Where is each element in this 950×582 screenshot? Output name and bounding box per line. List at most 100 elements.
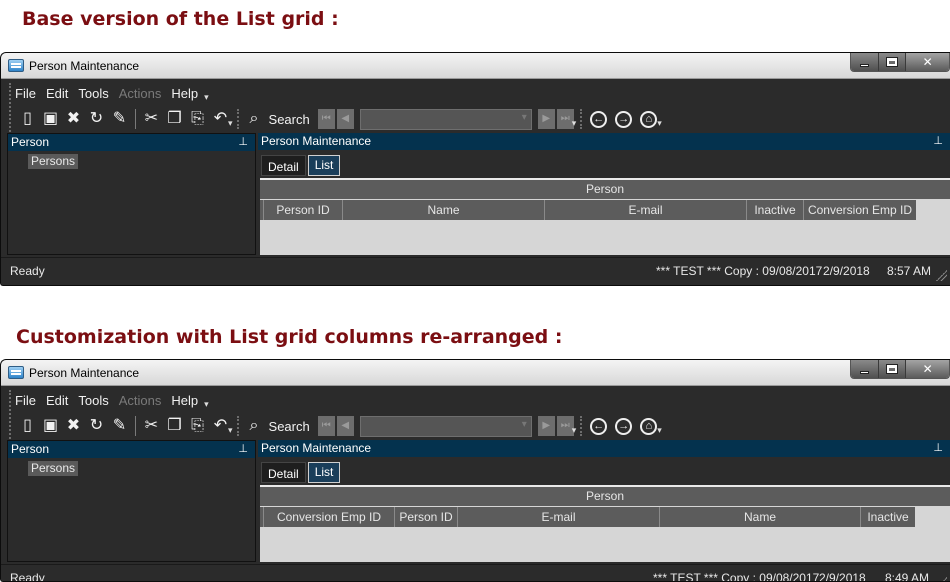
column-header-person-id[interactable]: Person ID xyxy=(263,200,342,220)
minimize-button[interactable] xyxy=(851,360,879,378)
maximize-button[interactable] xyxy=(878,360,907,378)
clear-icon[interactable]: ✎ xyxy=(108,108,131,130)
pin-icon[interactable]: ⊥ xyxy=(238,134,248,151)
pin-icon[interactable]: ⊥ xyxy=(933,133,943,150)
delete-icon[interactable]: ✖ xyxy=(62,415,85,437)
new-icon[interactable]: ▯ xyxy=(16,108,39,130)
toolbar-grip[interactable] xyxy=(580,416,583,436)
pin-icon[interactable]: ⊥ xyxy=(933,440,943,457)
binoculars-icon[interactable]: ⌕ xyxy=(243,415,266,437)
toolbar-overflow-icon[interactable]: ▾ xyxy=(228,118,233,129)
forward-icon[interactable]: → xyxy=(615,417,633,435)
menu-edit[interactable]: Edit xyxy=(46,86,68,101)
column-header-person-id[interactable]: Person ID xyxy=(394,507,457,527)
search-button[interactable]: Search xyxy=(269,419,310,434)
menu-edit[interactable]: Edit xyxy=(46,393,68,408)
menu-actions[interactable]: Actions xyxy=(119,393,162,408)
status-environment: *** TEST *** Copy : 09/08/2017 xyxy=(653,571,820,582)
menu-actions[interactable]: Actions xyxy=(119,86,162,101)
list-grid[interactable]: Person Person ID Name E-mail Inactive Co… xyxy=(260,178,950,255)
tab-detail[interactable]: Detail xyxy=(261,155,306,176)
column-header-conversion-emp-id[interactable]: Conversion Emp ID xyxy=(803,200,916,220)
back-icon[interactable]: ← xyxy=(590,110,608,128)
toolbar: ▯ ▣ ✖ ↻ ✎ ✂ ❐ ⎘ ↶ ▾ ⌕ Search ⏮ ◀ ▶ ⏭ ▾ ←… xyxy=(9,106,662,132)
toolbar-separator xyxy=(135,109,136,129)
previous-record-icon[interactable]: ◀ xyxy=(336,109,354,129)
person-maintenance-window-base: Person Maintenance ✕ File Edit Tools Act… xyxy=(0,52,950,286)
close-icon: ✕ xyxy=(922,55,933,69)
previous-record-icon[interactable]: ◀ xyxy=(336,416,354,436)
save-icon[interactable]: ▣ xyxy=(39,108,62,130)
close-button[interactable]: ✕ xyxy=(906,360,949,378)
window-title: Person Maintenance xyxy=(29,366,140,380)
tree-item-persons[interactable]: Persons xyxy=(28,461,79,476)
copy-icon[interactable]: ❐ xyxy=(163,415,186,437)
app-icon xyxy=(8,59,24,72)
toolbar-grip[interactable] xyxy=(236,109,239,129)
next-record-icon[interactable]: ▶ xyxy=(537,109,555,129)
menu-tools[interactable]: Tools xyxy=(78,86,108,101)
first-record-icon[interactable]: ⏮ xyxy=(317,416,335,436)
column-header-inactive[interactable]: Inactive xyxy=(746,200,803,220)
tab-detail[interactable]: Detail xyxy=(261,462,306,483)
binoculars-icon[interactable]: ⌕ xyxy=(243,108,266,130)
column-header-name[interactable]: Name xyxy=(659,507,860,527)
tree-item-persons[interactable]: Persons xyxy=(28,154,79,169)
menu-file[interactable]: File xyxy=(15,86,36,101)
toolbar-grip[interactable] xyxy=(236,416,239,436)
search-button[interactable]: Search xyxy=(269,112,310,127)
menu-help[interactable]: Help xyxy=(171,86,198,101)
tab-list[interactable]: List xyxy=(307,462,341,483)
column-header-conversion-emp-id[interactable]: Conversion Emp ID xyxy=(263,507,394,527)
maximize-icon xyxy=(886,57,898,67)
forward-icon[interactable]: → xyxy=(615,110,633,128)
new-icon[interactable]: ▯ xyxy=(16,415,39,437)
menu-overflow-icon[interactable]: ▾ xyxy=(204,399,209,410)
menu-file[interactable]: File xyxy=(15,393,36,408)
minimize-button[interactable] xyxy=(851,53,879,71)
clear-icon[interactable]: ✎ xyxy=(108,415,131,437)
pin-icon[interactable]: ⊥ xyxy=(238,441,248,458)
home-icon[interactable]: ⌂ xyxy=(640,417,658,435)
first-record-icon[interactable]: ⏮ xyxy=(317,109,335,129)
paste-icon[interactable]: ⎘ xyxy=(186,415,209,437)
title-bar[interactable]: Person Maintenance ✕ xyxy=(1,360,950,386)
copy-icon[interactable]: ❐ xyxy=(163,108,186,130)
nav-overflow-icon[interactable]: ▾ xyxy=(572,118,577,129)
refresh-icon[interactable]: ↻ xyxy=(85,108,108,130)
save-icon[interactable]: ▣ xyxy=(39,415,62,437)
column-header-email[interactable]: E-mail xyxy=(544,200,746,220)
maximize-button[interactable] xyxy=(878,53,907,71)
close-button[interactable]: ✕ xyxy=(906,53,949,71)
toolbar-grip[interactable] xyxy=(580,109,583,129)
resize-grip-icon[interactable] xyxy=(936,270,947,281)
paste-icon[interactable]: ⎘ xyxy=(186,108,209,130)
column-header-name[interactable]: Name xyxy=(342,200,544,220)
record-selector[interactable] xyxy=(359,108,532,130)
resize-grip-icon[interactable] xyxy=(936,577,947,581)
title-bar[interactable]: Person Maintenance ✕ xyxy=(1,53,950,79)
cut-icon[interactable]: ✂ xyxy=(140,108,163,130)
refresh-icon[interactable]: ↻ xyxy=(85,415,108,437)
menu-overflow-icon[interactable]: ▾ xyxy=(204,92,209,103)
tab-list[interactable]: List xyxy=(307,155,341,176)
list-grid[interactable]: Person Conversion Emp ID Person ID E-mai… xyxy=(260,485,950,562)
toolbar: ▯ ▣ ✖ ↻ ✎ ✂ ❐ ⎘ ↶ ▾ ⌕ Search ⏮ ◀ ▶ ⏭ ▾ ←… xyxy=(9,413,662,439)
nav-overflow-icon[interactable]: ▾ xyxy=(572,425,577,436)
back-icon[interactable]: ← xyxy=(590,417,608,435)
person-panel-title: Person xyxy=(11,442,50,456)
toolbar-overflow-icon[interactable]: ▾ xyxy=(228,425,233,436)
status-bar: Ready *** TEST *** Copy : 09/08/2017 2/9… xyxy=(1,564,950,582)
delete-icon[interactable]: ✖ xyxy=(62,108,85,130)
menu-help[interactable]: Help xyxy=(171,393,198,408)
history-overflow-icon[interactable]: ▾ xyxy=(657,425,662,436)
column-header-email[interactable]: E-mail xyxy=(457,507,659,527)
status-environment: *** TEST *** Copy : 09/08/2017 xyxy=(656,264,823,278)
menu-tools[interactable]: Tools xyxy=(78,393,108,408)
next-record-icon[interactable]: ▶ xyxy=(537,416,555,436)
record-selector[interactable] xyxy=(359,415,532,437)
cut-icon[interactable]: ✂ xyxy=(140,415,163,437)
home-icon[interactable]: ⌂ xyxy=(640,110,658,128)
column-header-inactive[interactable]: Inactive xyxy=(860,507,915,527)
history-overflow-icon[interactable]: ▾ xyxy=(657,118,662,129)
